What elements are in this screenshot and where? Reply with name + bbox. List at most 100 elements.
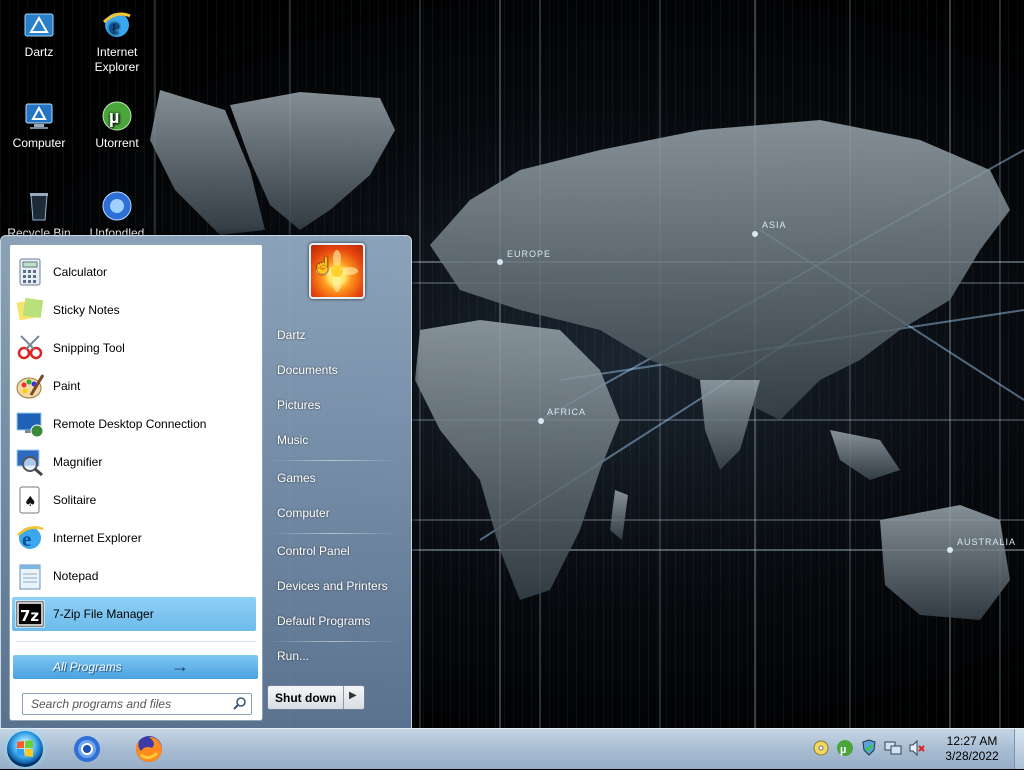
- right-separator: [269, 641, 399, 642]
- start-right-item-label: Games: [277, 471, 316, 485]
- all-programs-label: All Programs: [53, 660, 122, 674]
- utorrent-icon: µ: [100, 99, 134, 133]
- shutdown-options-arrow-icon[interactable]: ▶: [349, 690, 357, 701]
- desktop-icon-unfondled[interactable]: Unfondled: [78, 185, 156, 241]
- snipping-tool-icon: [15, 333, 45, 363]
- program-item-remote-desktop[interactable]: Remote Desktop Connection: [12, 407, 256, 441]
- start-menu-programs-pane: Calculator Sticky Notes Snipping Tool Pa…: [9, 244, 263, 721]
- all-programs-button[interactable]: All Programs →: [13, 655, 258, 679]
- svg-text:7z: 7z: [20, 607, 39, 625]
- calculator-icon: [15, 257, 45, 287]
- start-right-item-label: Documents: [277, 363, 338, 377]
- program-label: Magnifier: [53, 455, 103, 469]
- program-item-7zip[interactable]: 7z 7-Zip File Manager: [12, 597, 256, 631]
- taskbar: µ 12:27 AM 3/28/2022: [0, 728, 1024, 769]
- desktop-icon-internet-explorer[interactable]: e Internet Explorer: [78, 4, 156, 75]
- label-africa: AFRICA: [547, 407, 586, 417]
- start-right-item-label: Pictures: [277, 398, 321, 412]
- program-item-calculator[interactable]: Calculator: [12, 255, 256, 289]
- start-button[interactable]: [7, 731, 43, 767]
- 7zip-icon: 7z: [15, 599, 45, 629]
- start-right-item-default-programs[interactable]: Default Programs: [267, 608, 401, 634]
- start-right-item-pictures[interactable]: Pictures: [267, 392, 401, 418]
- svg-text:µ: µ: [109, 107, 119, 127]
- program-item-snipping-tool[interactable]: Snipping Tool: [12, 331, 256, 365]
- program-label: Internet Explorer: [53, 531, 142, 545]
- program-label: Remote Desktop Connection: [53, 417, 207, 431]
- start-right-item-music[interactable]: Music: [267, 427, 401, 453]
- remote-desktop-icon: [15, 409, 45, 439]
- start-right-item-label: Music: [277, 433, 309, 447]
- mouse-pointer-icon: ☝: [313, 258, 333, 275]
- windows-logo-icon: [17, 740, 33, 757]
- sticky-notes-icon: [15, 295, 45, 325]
- program-item-magnifier[interactable]: Magnifier: [12, 445, 256, 479]
- programs-separator: [16, 641, 256, 642]
- computer-icon: [22, 99, 56, 133]
- start-right-item-computer[interactable]: Computer: [267, 500, 401, 526]
- taskbar-firefox-button[interactable]: [127, 731, 171, 767]
- desktop-icon-label: Dartz: [24, 45, 54, 59]
- unfondled-icon: [100, 189, 134, 223]
- program-label: Snipping Tool: [53, 341, 125, 355]
- solitaire-icon: ♠: [15, 485, 45, 515]
- taskbar-chromium-button[interactable]: [65, 731, 109, 767]
- internet-explorer-icon: e: [15, 523, 45, 553]
- utorrent-tray-icon[interactable]: µ: [836, 739, 854, 757]
- program-item-internet-explorer[interactable]: e Internet Explorer: [12, 521, 256, 555]
- security-shield-icon[interactable]: [860, 739, 878, 757]
- program-label: Solitaire: [53, 493, 97, 507]
- program-item-sticky-notes[interactable]: Sticky Notes: [12, 293, 256, 327]
- desktop-icon-utorrent[interactable]: µ Utorrent: [78, 95, 156, 151]
- start-right-item-games[interactable]: Games: [267, 465, 401, 491]
- svg-text:µ: µ: [840, 744, 846, 756]
- network-icon[interactable]: [884, 739, 902, 757]
- internet-explorer-icon: e: [100, 8, 134, 42]
- desktop-icon-label: Internet: [96, 45, 138, 59]
- start-right-item-label: Default Programs: [277, 614, 371, 628]
- notepad-icon: [15, 561, 45, 591]
- program-label: Calculator: [53, 265, 108, 279]
- program-label: Sticky Notes: [53, 303, 120, 317]
- dartz-logo-icon: [22, 8, 56, 42]
- start-right-item-devices-printers[interactable]: Devices and Printers: [267, 573, 401, 599]
- start-right-item-control-panel[interactable]: Control Panel: [267, 538, 401, 564]
- chromium-icon: [74, 736, 100, 762]
- search-input[interactable]: [29, 694, 229, 714]
- desktop-icon-label-line2: Explorer: [94, 60, 140, 74]
- taskbar-clock[interactable]: 12:27 AM 3/28/2022: [932, 734, 1012, 764]
- start-menu: Calculator Sticky Notes Snipping Tool Pa…: [0, 235, 412, 729]
- start-right-item-label: Control Panel: [277, 544, 350, 558]
- program-label: Notepad: [53, 569, 99, 583]
- clock-time: 12:27 AM: [946, 734, 998, 748]
- desktop-icon-recycle-bin[interactable]: Recycle Bin: [0, 185, 78, 241]
- label-europe: EUROPE: [507, 249, 551, 259]
- right-separator: [269, 460, 399, 461]
- start-right-item-documents[interactable]: Documents: [267, 357, 401, 383]
- desktop-icon-label: Computer: [12, 136, 66, 150]
- paint-icon: [15, 371, 45, 401]
- desktop-icon-dartz[interactable]: Dartz: [0, 4, 78, 60]
- desktop-icon-computer[interactable]: Computer: [0, 95, 78, 151]
- search-programs-box[interactable]: [22, 693, 252, 715]
- start-right-item-label: Devices and Printers: [277, 579, 388, 593]
- search-icon[interactable]: [233, 696, 247, 713]
- cd-drive-icon[interactable]: [812, 739, 830, 757]
- program-item-solitaire[interactable]: ♠ Solitaire: [12, 483, 256, 517]
- magnifier-icon: [15, 447, 45, 477]
- start-right-item-label: Dartz: [277, 328, 306, 342]
- arrow-right-icon: →: [171, 656, 189, 676]
- start-right-item-dartz[interactable]: Dartz: [267, 322, 401, 348]
- program-item-notepad[interactable]: Notepad: [12, 559, 256, 593]
- start-right-item-run[interactable]: Run...: [267, 643, 401, 669]
- program-item-paint[interactable]: Paint: [12, 369, 256, 403]
- show-desktop-button[interactable]: [1014, 729, 1024, 769]
- volume-muted-icon[interactable]: [908, 739, 926, 757]
- label-asia: ASIA: [762, 220, 787, 230]
- shutdown-button[interactable]: Shut down ▶: [267, 685, 365, 710]
- shutdown-label: Shut down: [275, 691, 337, 705]
- recycle-bin-icon: [22, 189, 56, 223]
- shutdown-divider: [343, 686, 344, 709]
- program-label: Paint: [53, 379, 81, 393]
- clock-date: 3/28/2022: [945, 749, 999, 763]
